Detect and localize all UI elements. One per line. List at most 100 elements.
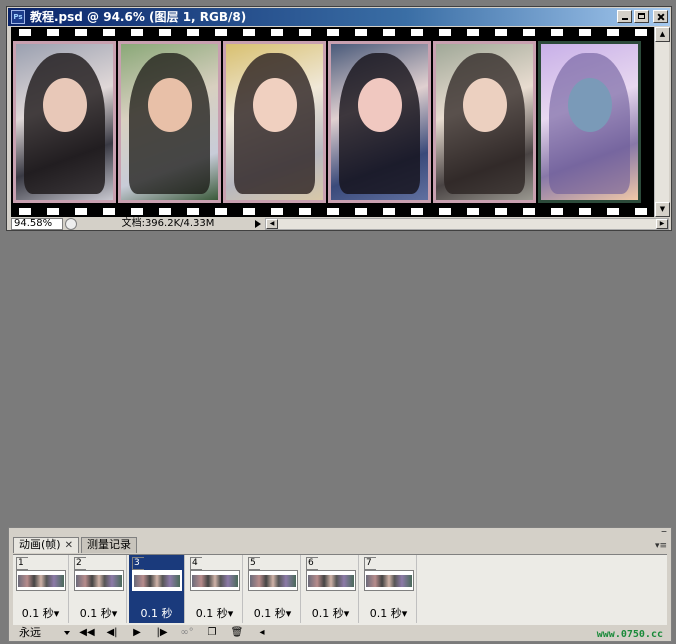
frame-number: 5 [248,557,260,570]
sprocket-hole [383,29,395,36]
scroll-left-icon[interactable]: ◂ [251,626,273,640]
sprocket-hole [411,29,423,36]
sprocket-hole [523,208,535,215]
window-controls [617,10,668,23]
sprocket-hole [159,29,171,36]
animation-frame-2[interactable]: 2 0.1 秒▾ [71,555,127,623]
sprocket-hole [299,29,311,36]
frame-delay-dropdown[interactable]: 0.1 秒▾ [303,605,358,621]
loop-options-select[interactable]: 永远 [13,626,73,640]
document-size-info: 文档:396.2K/4.33M [121,218,215,229]
animation-frame-3[interactable]: 3 0.1 秒 [129,555,185,623]
animation-controls: 永远 ◀◀ ◀| ▶ |▶ ∞° ❐ 🗑 ◂ [13,625,667,640]
panel-grip[interactable]: – [9,525,671,537]
frame-number: 6 [306,557,318,570]
sprocket-hole [495,29,507,36]
sprocket-hole [327,208,339,215]
tab-animation[interactable]: 动画(帧) ✕ [13,537,79,553]
status-menu-arrow-icon[interactable] [255,220,261,228]
play-icon[interactable]: ▶ [126,626,148,640]
sprocket-hole [75,208,87,215]
sprocket-hole [523,29,535,36]
frame-thumbnail [132,570,182,591]
frame-number: 2 [74,557,86,570]
maximize-button[interactable] [634,10,649,23]
sprocket-hole [635,208,647,215]
panel-close-icon[interactable]: – [661,525,667,537]
status-info-icon[interactable] [65,218,77,230]
frame-delay-dropdown[interactable]: 0.1 秒▾ [361,605,416,621]
sprocket-hole [607,208,619,215]
sprocket-hole [411,208,423,215]
animation-frame-1[interactable]: 1 0.1 秒▾ [13,555,69,623]
sprocket-hole [271,208,283,215]
panel-menu-icon[interactable]: ▾≡ [655,541,667,551]
scroll-right-button[interactable]: ▶ [656,219,668,229]
sprocket-hole [187,29,199,36]
minimize-button[interactable] [617,10,632,23]
previous-frame-icon[interactable]: ◀| [101,626,123,640]
close-button[interactable] [653,10,668,23]
scroll-down-button[interactable]: ▼ [655,202,670,217]
sprocket-hole [243,29,255,36]
document-canvas[interactable] [11,27,655,217]
frame-delay-dropdown[interactable]: 0.1 秒▾ [187,605,242,621]
zoom-level-field[interactable]: 94.58% [11,218,63,230]
photo-frame-1 [13,41,116,203]
first-frame-icon[interactable]: ◀◀ [76,626,98,640]
frame-delay-dropdown[interactable]: 0.1 秒 [129,605,184,621]
delete-frame-icon[interactable]: 🗑 [226,626,248,640]
animation-frames-strip: 1 0.1 秒▾ 2 0.1 秒▾ 3 0.1 秒 4 0.1 秒▾ 5 0.1… [13,554,667,625]
frame-number: 1 [16,557,28,570]
sprocket-hole [355,29,367,36]
photo-frame-6 [538,41,641,203]
frame-delay-dropdown[interactable]: 0.1 秒▾ [245,605,300,621]
sprocket-hole [551,29,563,36]
sprocket-hole [103,208,115,215]
scroll-up-button[interactable]: ▲ [655,27,670,42]
tween-icon[interactable]: ∞° [176,626,198,640]
sprocket-hole [579,29,591,36]
tab-measurement-log[interactable]: 测量记录 [80,537,137,553]
film-sprockets-bottom [11,205,655,217]
frame-delay-dropdown[interactable]: 0.1 秒▾ [71,605,126,621]
frame-delay-dropdown[interactable]: 0.1 秒▾ [13,605,68,621]
sprocket-hole [467,29,479,36]
film-photo-strip [13,41,643,203]
frame-number: 3 [132,557,144,570]
animation-frame-4[interactable]: 4 0.1 秒▾ [187,555,243,623]
photoshop-icon: Ps [11,10,25,24]
sprocket-hole [215,208,227,215]
animation-frame-7[interactable]: 7 0.1 秒▾ [361,555,417,623]
tab-close-icon[interactable]: ✕ [65,540,73,551]
sprocket-hole [243,208,255,215]
duplicate-frame-icon[interactable]: ❐ [201,626,223,640]
horizontal-scrollbar[interactable]: ◀ ▶ [265,218,669,230]
frame-thumbnail [364,570,414,591]
sprocket-hole [439,208,451,215]
tab-animation-label: 动画(帧) [19,538,61,551]
sprocket-hole [579,208,591,215]
frame-thumbnail [306,570,356,591]
document-window: Ps 教程.psd @ 94.6% (图层 1, RGB/8) ▲ ▼ 94.5… [6,6,672,231]
sprocket-hole [355,208,367,215]
animation-frame-6[interactable]: 6 0.1 秒▾ [303,555,359,623]
next-frame-icon[interactable]: |▶ [151,626,173,640]
vertical-scrollbar[interactable]: ▲ ▼ [654,27,670,217]
sprocket-hole [495,208,507,215]
frame-number: 7 [364,557,376,570]
sprocket-hole [635,29,647,36]
animation-frame-5[interactable]: 5 0.1 秒▾ [245,555,301,623]
sprocket-hole [47,29,59,36]
sprocket-hole [607,29,619,36]
document-title-bar[interactable]: Ps 教程.psd @ 94.6% (图层 1, RGB/8) [8,8,670,26]
sprocket-hole [131,29,143,36]
sprocket-hole [439,29,451,36]
sprocket-hole [19,29,31,36]
photo-frame-4 [328,41,431,203]
sprocket-hole [131,208,143,215]
sprocket-hole [327,29,339,36]
sprocket-hole [271,29,283,36]
scroll-left-button[interactable]: ◀ [266,219,278,229]
frame-thumbnail [248,570,298,591]
